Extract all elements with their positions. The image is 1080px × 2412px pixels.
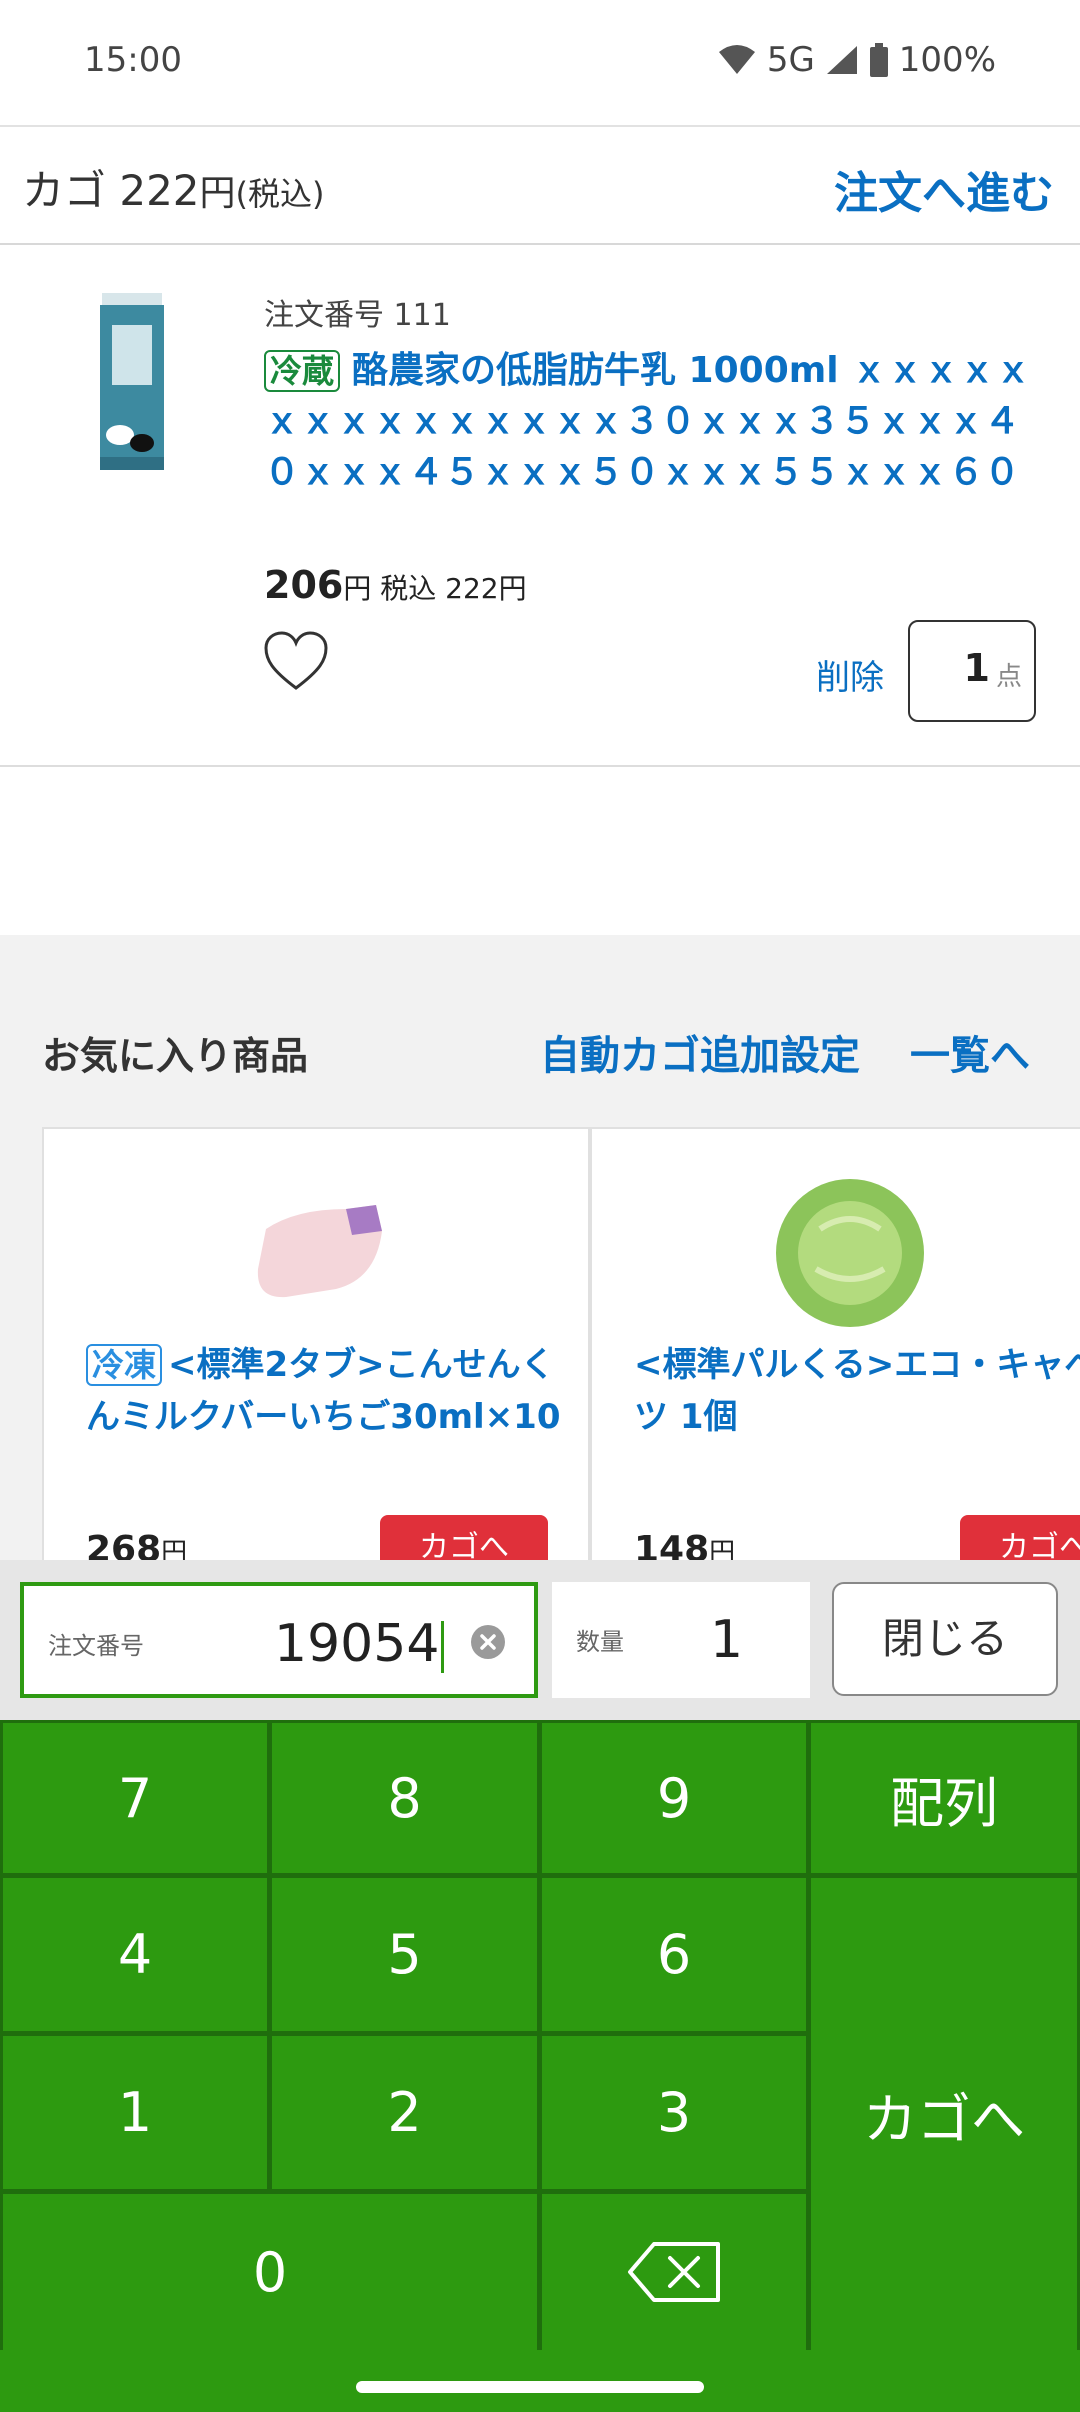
heart-icon[interactable]	[262, 630, 330, 692]
order-number-value: 19054	[274, 1614, 445, 1674]
frozen-badge: 冷凍	[86, 1344, 163, 1386]
item-price-value: 206	[264, 563, 344, 607]
favorite-card[interactable]: <標準パルくる>エコ・キャベツ 1個 148円 カゴへ	[590, 1127, 1080, 1627]
cart-total-amount: カゴ 222	[22, 166, 200, 215]
cart-total-tax: (税込)	[235, 175, 325, 213]
quantity-box[interactable]: 1 点	[908, 620, 1036, 722]
item-name-link[interactable]: 冷蔵 酪農家の低脂肪牛乳 1000ml ｘｘｘｘｘｘｘｘｘｘｘｘｘｘｘ３０ｘｘｘ３…	[264, 345, 1044, 498]
cart-total: カゴ 222円(税込)	[22, 157, 325, 218]
proceed-to-order-button[interactable]: 注文へ進む	[834, 157, 1054, 221]
order-number: 注文番号 111	[264, 298, 451, 333]
text-caret	[441, 1621, 445, 1673]
status-time: 15:00	[84, 40, 182, 80]
favorites-list-link[interactable]: 一覧へ	[910, 1023, 1030, 1081]
key-0[interactable]: 0	[3, 2194, 537, 2350]
key-5[interactable]: 5	[272, 1878, 537, 2031]
key-3[interactable]: 3	[542, 2036, 806, 2189]
cart-header: カゴ 222円(税込) 注文へ進む	[0, 125, 1080, 245]
home-indicator[interactable]	[356, 2381, 704, 2393]
backspace-key[interactable]	[542, 2194, 806, 2350]
favorites-section: お気に入り商品 自動カゴ追加設定 一覧へ 冷凍 <標準2タブ>こんせんくんミルクバ…	[0, 935, 1080, 1627]
delete-button[interactable]: 削除	[816, 650, 884, 699]
key-6[interactable]: 6	[542, 1878, 806, 2031]
key-1[interactable]: 1	[3, 2036, 267, 2189]
quantity-label: 数量	[576, 1628, 624, 1656]
item-price-unit: 円	[343, 572, 372, 605]
cart-item: 注文番号 111 冷蔵 酪農家の低脂肪牛乳 1000ml ｘｘｘｘｘｘｘｘｘｘｘｘ…	[0, 245, 1080, 767]
status-bar: 15:00 5G 100%	[0, 0, 1080, 125]
add-to-cart-key[interactable]: カゴへ	[811, 1878, 1077, 2350]
favorite-card-name: 冷凍 <標準2タブ>こんせんくんミルクバーいちご30ml×10	[86, 1339, 566, 1443]
numeric-keypad: 7 8 9 配列 4 5 6 1 2 3 カゴへ 0	[0, 1720, 1080, 2350]
battery-label: 100%	[898, 40, 996, 80]
refrigerated-badge: 冷蔵	[264, 350, 341, 392]
key-8[interactable]: 8	[272, 1723, 537, 1873]
item-tax-price: 税込 222円	[380, 572, 527, 605]
cabbage-image	[776, 1179, 924, 1327]
favorites-title: お気に入り商品	[42, 1034, 309, 1078]
auto-cart-settings-link[interactable]: 自動カゴ追加設定	[540, 1023, 860, 1081]
battery-icon	[869, 43, 888, 77]
close-button[interactable]: 閉じる	[832, 1582, 1058, 1696]
order-number-field[interactable]: 注文番号 19054	[20, 1582, 538, 1698]
signal-icon	[826, 46, 857, 74]
order-input-bar: 注文番号 19054 数量 1 閉じる	[0, 1560, 1080, 1720]
key-4[interactable]: 4	[3, 1878, 267, 2031]
array-key[interactable]: 配列	[811, 1723, 1077, 1873]
quantity-value: 1	[963, 646, 990, 690]
quantity-field[interactable]: 数量 1	[552, 1582, 810, 1698]
quantity-input-value: 1	[710, 1610, 744, 1670]
quantity-unit: 点	[995, 662, 1022, 692]
cart-total-yen: 円	[199, 173, 236, 214]
backspace-icon	[628, 2242, 720, 2302]
favorite-card-name: <標準パルくる>エコ・キャベツ 1個	[634, 1345, 1080, 1437]
key-9[interactable]: 9	[542, 1723, 806, 1873]
milk-carton-image[interactable]	[92, 285, 172, 470]
socks-image	[257, 1205, 382, 1298]
status-icons: 5G 100%	[717, 40, 996, 80]
item-name: 酪農家の低脂肪牛乳 1000ml ｘｘｘｘｘｘｘｘｘｘｘｘｘｘｘ３０ｘｘｘ３５ｘ…	[264, 350, 1032, 493]
key-2[interactable]: 2	[272, 2036, 537, 2189]
wifi-icon	[718, 45, 755, 74]
clear-icon[interactable]	[470, 1624, 506, 1660]
order-number-text: 19054	[274, 1614, 440, 1674]
item-price: 206円 税込 222円	[264, 563, 527, 607]
order-number-label: 注文番号	[48, 1632, 144, 1660]
key-7[interactable]: 7	[3, 1723, 267, 1873]
favorite-card[interactable]: 冷凍 <標準2タブ>こんせんくんミルクバーいちご30ml×10 268円 カゴへ	[42, 1127, 590, 1627]
network-label: 5G	[766, 40, 815, 80]
